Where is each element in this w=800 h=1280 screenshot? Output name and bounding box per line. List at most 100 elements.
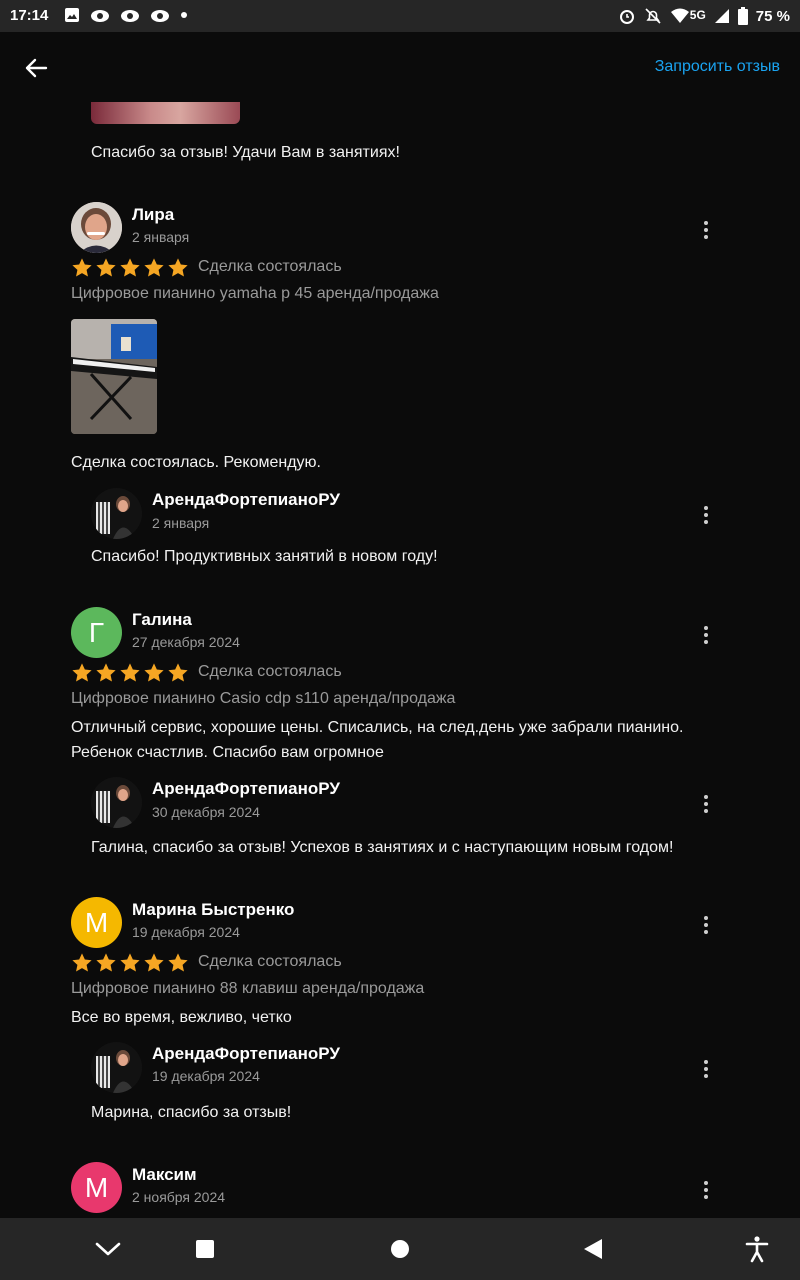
star-icon xyxy=(168,663,188,682)
star-icon xyxy=(72,258,92,277)
reply-text: Спасибо за отзыв! Удачи Вам в занятиях! xyxy=(91,144,400,161)
cloud-icon xyxy=(121,10,139,22)
rating-stars xyxy=(71,952,189,974)
shop-avatar[interactable] xyxy=(91,777,142,828)
reply-more-options-button[interactable] xyxy=(696,503,716,527)
image-icon xyxy=(65,8,79,22)
product-link[interactable]: Цифровое пианино yamaha p 45 аренда/прод… xyxy=(71,285,439,303)
product-link[interactable]: Цифровое пианино Casio cdp s110 аренда/п… xyxy=(71,690,455,708)
shop-avatar[interactable] xyxy=(91,1042,142,1093)
shop-logo-icon xyxy=(91,488,142,539)
circle-home-icon xyxy=(391,1240,409,1258)
more-options-button[interactable] xyxy=(696,1178,716,1202)
home-button[interactable] xyxy=(385,1234,415,1264)
review-date: 19 декабря 2024 xyxy=(132,924,240,940)
avatar[interactable]: М xyxy=(71,1162,122,1213)
avatar[interactable] xyxy=(71,202,122,253)
status-time: 17:14 xyxy=(10,7,49,24)
alarm-icon xyxy=(619,10,634,24)
back-nav-button[interactable] xyxy=(578,1234,608,1264)
more-options-button[interactable] xyxy=(696,913,716,937)
cloud-icon xyxy=(151,10,169,22)
star-icon xyxy=(144,953,164,972)
status-bar: 17:14 5G 75 % xyxy=(0,0,800,32)
more-options-button[interactable] xyxy=(696,218,716,242)
reply-author: АрендаФортепианоРУ xyxy=(152,490,340,509)
reply-text: Марина, спасибо за отзыв! xyxy=(91,1104,292,1121)
review-author: Лира xyxy=(132,205,175,224)
review-text-line-1: Отличный сервис, хорошие цены. Списались… xyxy=(71,719,684,736)
reply-author: АрендаФортепианоРУ xyxy=(152,1044,340,1063)
reply-date: 19 декабря 2024 xyxy=(152,1068,260,1084)
avatar-letter: М xyxy=(84,906,109,938)
star-icon xyxy=(120,258,140,277)
reply-author: АрендаФортепианоРУ xyxy=(152,779,340,798)
wifi-icon xyxy=(670,8,689,23)
star-icon xyxy=(144,663,164,682)
dot-icon xyxy=(181,12,187,18)
review-author: Галина xyxy=(132,610,192,629)
reply-date: 2 января xyxy=(152,515,210,531)
shop-avatar[interactable] xyxy=(91,488,142,539)
review-card: Лира 2 января Сделка состоялась Цифровое… xyxy=(0,200,800,600)
review-date: 2 января xyxy=(132,229,190,245)
network-type: 5G xyxy=(689,8,706,22)
back-button[interactable] xyxy=(20,52,52,84)
review-author: Марина Быстренко xyxy=(132,900,295,919)
avatar[interactable]: М xyxy=(71,897,122,948)
star-icon xyxy=(96,663,116,682)
request-review-link[interactable]: Запросить отзыв xyxy=(655,58,780,76)
avatar-letter: М xyxy=(84,1171,109,1203)
star-icon xyxy=(96,953,116,972)
reviews-list[interactable]: Спасибо за отзыв! Удачи Вам в занятиях! … xyxy=(0,102,800,1218)
status-left-icons xyxy=(64,7,188,23)
reply-text: Галина, спасибо за отзыв! Успехов в заня… xyxy=(91,839,674,856)
notifications-off-icon xyxy=(645,8,661,24)
star-icon xyxy=(144,258,164,277)
review-text: Сделка состоялась. Рекомендую. xyxy=(71,454,321,471)
review-card: М Максим 2 ноября 2024 xyxy=(0,1160,800,1218)
shop-logo-icon xyxy=(91,1042,142,1093)
square-icon xyxy=(196,1240,214,1258)
more-options-button[interactable] xyxy=(696,623,716,647)
shop-logo-icon xyxy=(91,777,142,828)
deal-status: Сделка состоялась xyxy=(198,953,342,970)
review-photo[interactable] xyxy=(71,319,157,434)
avatar[interactable]: Г xyxy=(71,607,122,658)
star-icon xyxy=(120,953,140,972)
star-icon xyxy=(96,258,116,277)
reply-date: 30 декабря 2024 xyxy=(152,804,260,820)
signal-icon xyxy=(714,9,729,23)
star-icon xyxy=(72,953,92,972)
review-author: Максим xyxy=(132,1165,197,1184)
review-photo-partial[interactable] xyxy=(91,102,240,124)
app-bar: Запросить отзыв xyxy=(0,32,800,102)
battery-icon xyxy=(737,7,748,25)
battery-level: 75 % xyxy=(755,7,790,25)
triangle-back-icon xyxy=(584,1239,602,1259)
star-icon xyxy=(120,663,140,682)
user-photo-icon xyxy=(71,202,122,253)
system-nav-bar xyxy=(0,1218,800,1280)
reply-more-options-button[interactable] xyxy=(696,1057,716,1081)
chevron-down-icon xyxy=(95,1242,121,1256)
star-icon xyxy=(168,258,188,277)
review-text: Все во время, вежливо, четко xyxy=(71,1009,292,1026)
rating-stars xyxy=(71,662,189,684)
reply-more-options-button[interactable] xyxy=(696,792,716,816)
reply-text: Спасибо! Продуктивных занятий в новом го… xyxy=(91,548,438,565)
deal-status: Сделка состоялась xyxy=(198,663,342,680)
star-icon xyxy=(72,663,92,682)
review-card: Г Галина 27 декабря 2024 Сделка состояла… xyxy=(0,605,800,875)
review-date: 27 декабря 2024 xyxy=(132,634,240,650)
avatar-letter: Г xyxy=(88,616,105,648)
product-link[interactable]: Цифровое пианино 88 клавиш аренда/продаж… xyxy=(71,980,424,998)
recents-button[interactable] xyxy=(190,1234,220,1264)
rating-stars xyxy=(71,257,189,279)
accessibility-icon xyxy=(745,1236,769,1263)
review-date: 2 ноября 2024 xyxy=(132,1189,226,1205)
hide-keyboard-button[interactable] xyxy=(93,1234,123,1264)
arrow-left-icon xyxy=(25,58,48,78)
piano-photo-icon xyxy=(71,319,157,434)
accessibility-button[interactable] xyxy=(742,1234,772,1264)
